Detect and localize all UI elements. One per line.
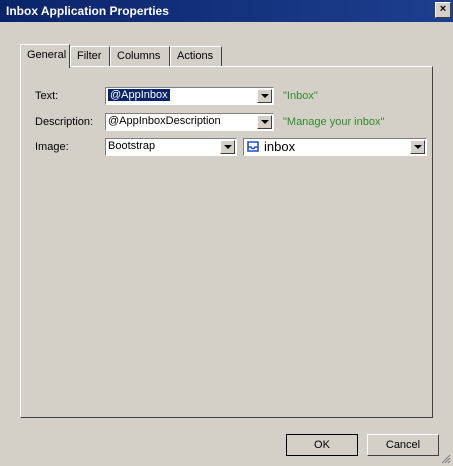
- inbox-icon: [247, 141, 259, 152]
- ok-button[interactable]: OK: [286, 434, 358, 456]
- description-preview: "Manage your inbox": [283, 116, 385, 128]
- tab-columns[interactable]: Columns: [110, 46, 170, 66]
- properties-dialog: Inbox Application Properties × General F…: [0, 0, 453, 466]
- image-icon-combo[interactable]: inbox: [243, 138, 427, 156]
- tab-general[interactable]: General: [20, 44, 70, 68]
- general-tab-panel: Text: @AppInbox "Inbox" Description: @Ap…: [20, 66, 433, 418]
- chevron-down-icon[interactable]: [220, 140, 235, 154]
- title-bar[interactable]: Inbox Application Properties ×: [0, 0, 453, 22]
- tab-filter[interactable]: Filter: [70, 46, 110, 66]
- text-label: Text:: [35, 90, 59, 102]
- image-library-combo[interactable]: Bootstrap: [105, 138, 237, 156]
- text-preview: "Inbox": [283, 90, 318, 102]
- description-value: @AppInboxDescription: [108, 115, 221, 127]
- image-icon-value: inbox: [264, 139, 296, 154]
- close-button[interactable]: ×: [435, 2, 451, 18]
- resize-grip-icon[interactable]: [441, 454, 451, 464]
- image-label: Image:: [35, 141, 69, 153]
- chevron-down-icon[interactable]: [257, 89, 272, 103]
- window-title: Inbox Application Properties: [6, 4, 169, 18]
- cancel-button[interactable]: Cancel: [367, 434, 439, 456]
- description-combo[interactable]: @AppInboxDescription: [105, 113, 274, 131]
- description-label: Description:: [35, 116, 94, 128]
- tab-actions[interactable]: Actions: [170, 46, 222, 66]
- image-library-value: Bootstrap: [108, 140, 156, 152]
- close-icon: ×: [439, 3, 447, 15]
- text-combo[interactable]: @AppInbox: [105, 87, 274, 105]
- text-value: @AppInbox: [108, 89, 170, 101]
- chevron-down-icon[interactable]: [410, 140, 425, 154]
- chevron-down-icon[interactable]: [257, 115, 272, 129]
